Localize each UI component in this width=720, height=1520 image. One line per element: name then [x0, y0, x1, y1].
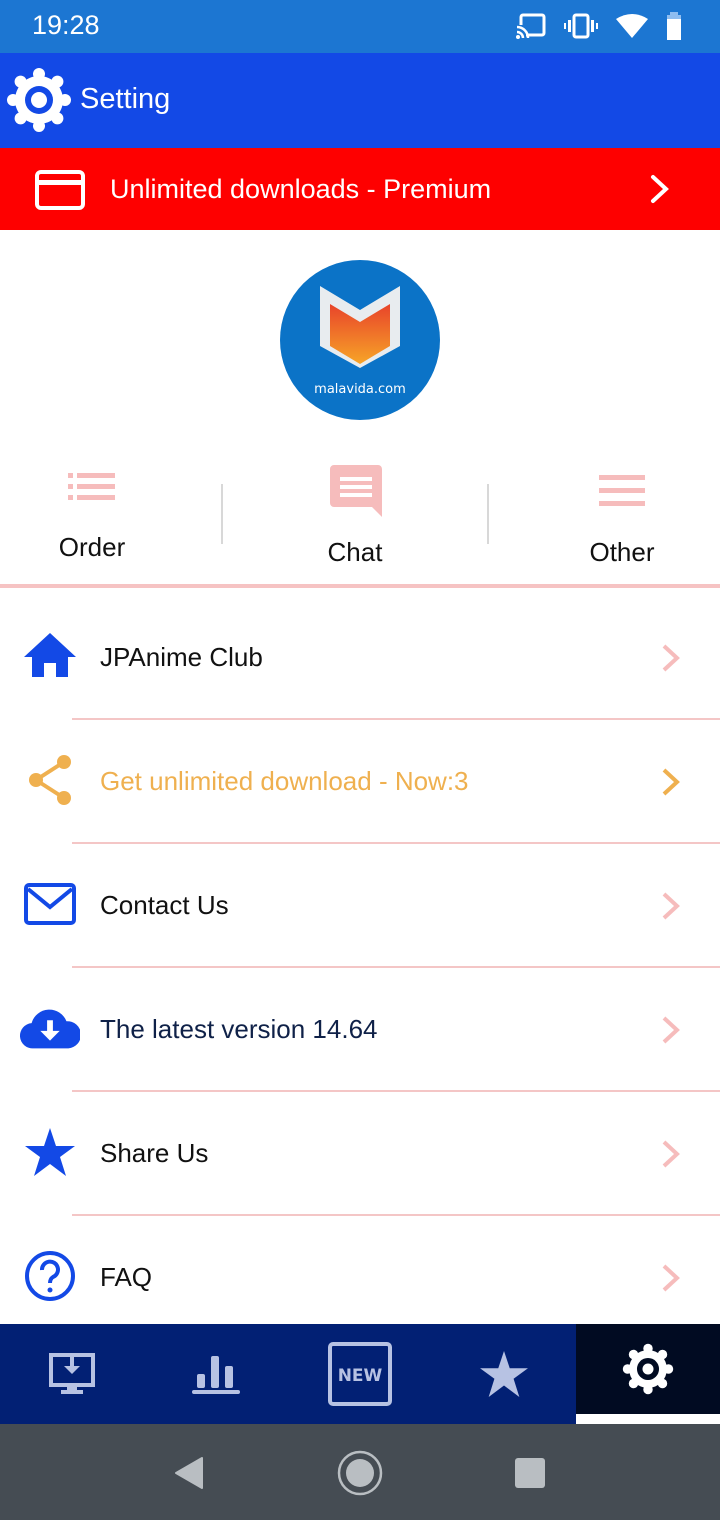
battery-icon — [667, 12, 681, 40]
nav-active-indicator — [576, 1414, 720, 1424]
menu-item-contact-us[interactable]: Contact Us — [0, 844, 720, 968]
new-badge-text: NEW — [338, 1366, 383, 1386]
chevron-right-icon — [662, 1140, 680, 1168]
vibrate-icon — [564, 13, 598, 39]
menu-item-unlimited-download[interactable]: Get unlimited download - Now:3 — [0, 720, 720, 844]
quick-chat-label: Chat — [327, 537, 383, 567]
menu-item-label: Get unlimited download - Now:3 — [100, 766, 469, 796]
credit-card-icon — [35, 170, 85, 210]
premium-banner[interactable]: Unlimited downloads - Premium — [0, 148, 720, 230]
quick-actions: Order Chat Other — [0, 450, 720, 586]
app-logo: malavida.com — [280, 260, 440, 420]
cloud-download-icon — [20, 998, 80, 1058]
recents-button[interactable] — [505, 1448, 555, 1498]
chevron-right-icon — [662, 768, 680, 796]
recents-icon — [515, 1458, 545, 1488]
star-icon — [480, 1351, 528, 1397]
menu-item-label: Share Us — [100, 1138, 209, 1168]
chat-icon — [330, 465, 382, 517]
menu-item-label: The latest version 14.64 — [100, 1014, 378, 1044]
back-icon — [175, 1457, 203, 1489]
home-icon — [20, 626, 80, 686]
home-circle-icon — [337, 1450, 383, 1496]
chevron-right-icon — [662, 1264, 680, 1292]
home-button[interactable] — [335, 1448, 385, 1498]
status-icons — [516, 12, 682, 40]
chevron-right-icon — [662, 644, 680, 672]
nav-downloads[interactable] — [0, 1324, 144, 1424]
monitor-download-icon — [49, 1353, 95, 1394]
chevron-right-icon — [651, 175, 669, 203]
quick-order[interactable]: Order — [22, 450, 162, 586]
quick-other-label: Other — [589, 537, 655, 567]
page-title: Setting — [80, 83, 171, 115]
menu-item-label: FAQ — [100, 1262, 153, 1292]
gear-icon — [7, 68, 71, 132]
bottom-nav: NEW — [0, 1324, 720, 1424]
nav-settings[interactable] — [576, 1324, 720, 1414]
cast-icon — [516, 13, 546, 39]
help-icon — [20, 1246, 80, 1306]
share-icon — [20, 750, 80, 810]
status-time: 19:28 — [32, 10, 100, 40]
new-badge-icon: NEW — [328, 1342, 392, 1406]
nav-new[interactable]: NEW — [288, 1324, 432, 1424]
back-button[interactable] — [164, 1448, 214, 1498]
quick-order-label: Order — [58, 532, 126, 562]
gear-icon — [622, 1343, 674, 1395]
mail-icon — [20, 874, 80, 934]
menu-item-label: Contact Us — [100, 890, 229, 920]
section-divider — [0, 584, 720, 588]
chevron-right-icon — [662, 892, 680, 920]
chevron-right-icon — [662, 1016, 680, 1044]
nav-favorites[interactable] — [432, 1324, 576, 1424]
menu-item-latest-version[interactable]: The latest version 14.64 — [0, 968, 720, 1092]
menu-icon — [599, 475, 645, 506]
app-bar: Setting — [0, 53, 720, 148]
menu-item-jpanime-club[interactable]: JPAnime Club — [0, 596, 720, 720]
wifi-icon — [616, 14, 648, 38]
divider — [487, 484, 489, 544]
premium-label: Unlimited downloads - Premium — [110, 174, 492, 204]
list-icon — [68, 473, 115, 500]
menu-item-faq[interactable]: FAQ — [0, 1216, 720, 1326]
system-nav-bar — [0, 1424, 720, 1520]
star-icon — [20, 1122, 80, 1182]
divider — [221, 484, 223, 544]
status-bar: 19:28 — [0, 0, 720, 53]
menu-item-label: JPAnime Club — [100, 642, 263, 672]
logo-text: malavida.com — [314, 382, 406, 397]
nav-ranking[interactable] — [144, 1324, 288, 1424]
menu-item-share-us[interactable]: Share Us — [0, 1092, 720, 1216]
quick-other[interactable]: Other — [552, 450, 692, 586]
quick-chat[interactable]: Chat — [285, 450, 425, 586]
bar-chart-icon — [192, 1356, 240, 1394]
